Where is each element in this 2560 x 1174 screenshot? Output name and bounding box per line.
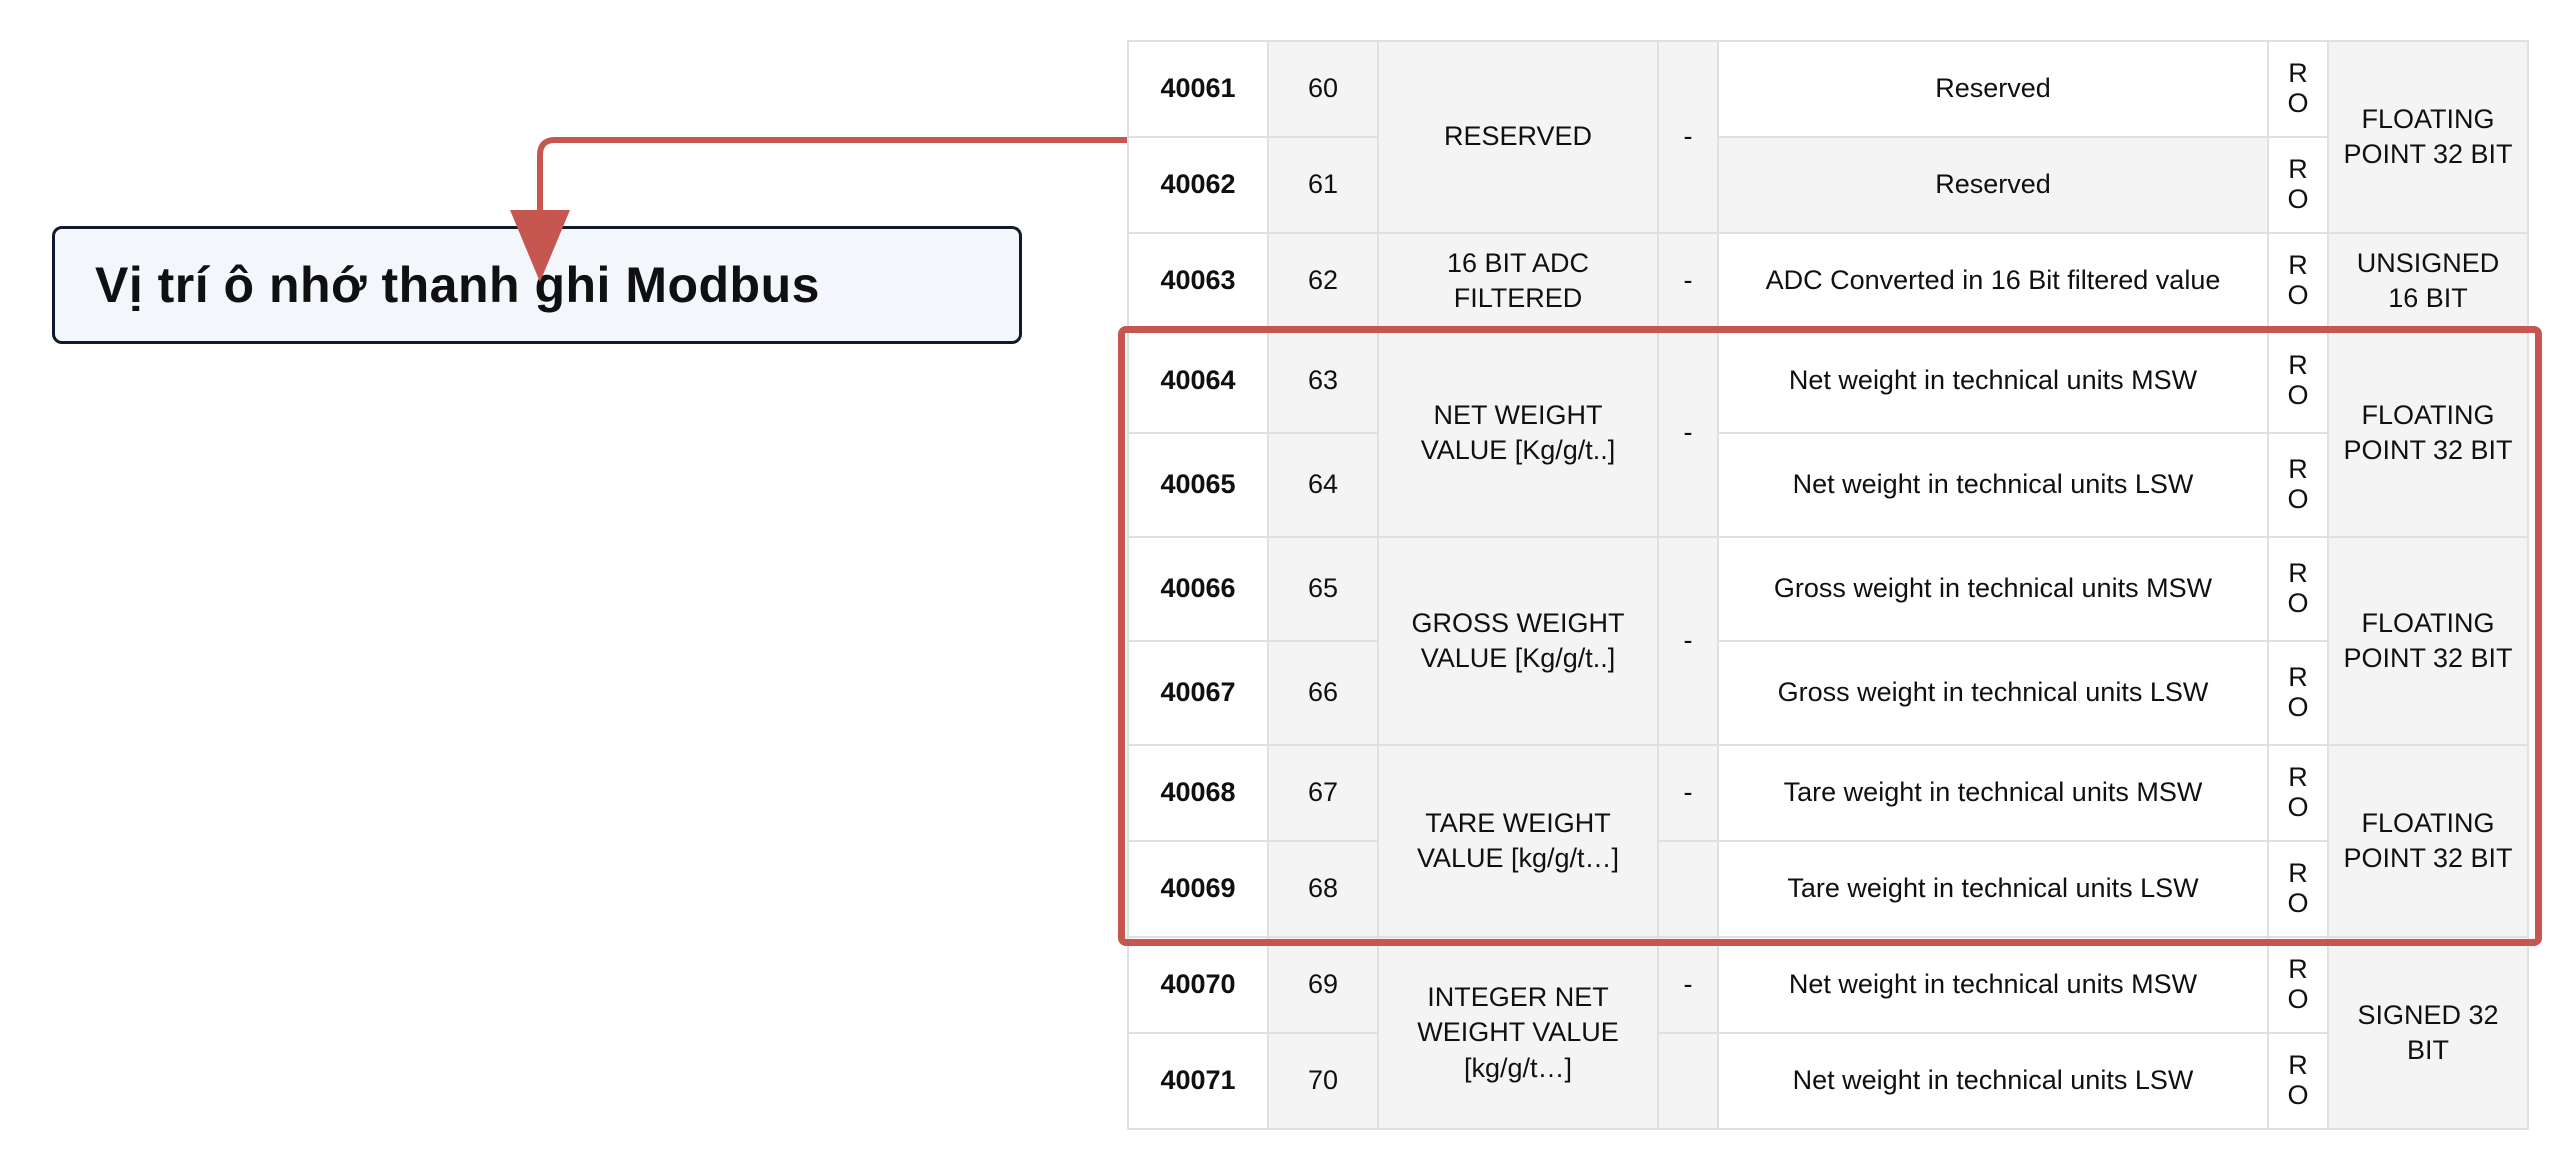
cell-rw: RO [2268,433,2328,537]
callout-label: Vị trí ô nhớ thanh ghi Modbus [95,256,820,314]
cell-desc: Gross weight in technical units MSW [1718,537,2268,641]
table-row: 40071 70 Net weight in technical units L… [1128,1033,2528,1129]
cell-index: 68 [1268,841,1378,937]
cell-index: 69 [1268,937,1378,1033]
cell-desc: Tare weight in technical units MSW [1718,745,2268,841]
cell-addr: 40071 [1128,1033,1268,1129]
cell-index: 62 [1268,233,1378,329]
cell-dash: - [1658,537,1718,745]
cell-desc: Tare weight in technical units LSW [1718,841,2268,937]
cell-rw: RO [2268,745,2328,841]
cell-rw: RO [2268,233,2328,329]
cell-rw: RO [2268,937,2328,1033]
cell-addr: 40066 [1128,537,1268,641]
cell-rw: RO [2268,137,2328,233]
cell-dash: - [1658,233,1718,329]
cell-type: UNSIGNED 16 BIT [2328,233,2528,329]
cell-desc: Net weight in technical units LSW [1718,433,2268,537]
cell-addr: 40063 [1128,233,1268,329]
cell-desc: Net weight in technical units LSW [1718,1033,2268,1129]
cell-name: INTEGER NET WEIGHT VALUE [kg/g/t…] [1378,937,1658,1129]
cell-index: 63 [1268,329,1378,433]
cell-name: GROSS WEIGHT VALUE [Kg/g/t..] [1378,537,1658,745]
cell-type: SIGNED 32 BIT [2328,937,2528,1129]
cell-addr: 40065 [1128,433,1268,537]
cell-desc: Gross weight in technical units LSW [1718,641,2268,745]
cell-index: 64 [1268,433,1378,537]
table-row: 40070 69 INTEGER NET WEIGHT VALUE [kg/g/… [1128,937,2528,1033]
cell-type: FLOATING POINT 32 BIT [2328,41,2528,233]
table-row: 40063 62 16 BIT ADC FILTERED - ADC Conve… [1128,233,2528,329]
cell-type: FLOATING POINT 32 BIT [2328,537,2528,745]
cell-index: 65 [1268,537,1378,641]
cell-index: 67 [1268,745,1378,841]
cell-desc: Reserved [1718,137,2268,233]
cell-dash [1658,1033,1718,1129]
modbus-register-table: 40061 60 RESERVED - Reserved RO FLOATING… [1127,40,2529,1130]
cell-dash: - [1658,329,1718,537]
cell-addr: 40068 [1128,745,1268,841]
table-row: 40062 61 Reserved RO [1128,137,2528,233]
cell-dash [1658,841,1718,937]
cell-addr: 40070 [1128,937,1268,1033]
table-row: 40064 63 NET WEIGHT VALUE [Kg/g/t..] - N… [1128,329,2528,433]
table-row: 40061 60 RESERVED - Reserved RO FLOATING… [1128,41,2528,137]
table-row: 40067 66 Gross weight in technical units… [1128,641,2528,745]
cell-rw: RO [2268,537,2328,641]
cell-index: 61 [1268,137,1378,233]
table-row: 40066 65 GROSS WEIGHT VALUE [Kg/g/t..] -… [1128,537,2528,641]
cell-addr: 40061 [1128,41,1268,137]
cell-dash: - [1658,937,1718,1033]
cell-addr: 40067 [1128,641,1268,745]
cell-dash: - [1658,41,1718,233]
table-row: 40065 64 Net weight in technical units L… [1128,433,2528,537]
table-row: 40069 68 Tare weight in technical units … [1128,841,2528,937]
cell-type: FLOATING POINT 32 BIT [2328,745,2528,937]
cell-dash: - [1658,745,1718,841]
cell-addr: 40062 [1128,137,1268,233]
cell-desc: Net weight in technical units MSW [1718,937,2268,1033]
cell-desc: Reserved [1718,41,2268,137]
cell-name: NET WEIGHT VALUE [Kg/g/t..] [1378,329,1658,537]
cell-rw: RO [2268,1033,2328,1129]
cell-index: 66 [1268,641,1378,745]
cell-rw: RO [2268,41,2328,137]
cell-desc: ADC Converted in 16 Bit filtered value [1718,233,2268,329]
cell-addr: 40064 [1128,329,1268,433]
cell-desc: Net weight in technical units MSW [1718,329,2268,433]
cell-addr: 40069 [1128,841,1268,937]
cell-index: 60 [1268,41,1378,137]
cell-index: 70 [1268,1033,1378,1129]
cell-name: TARE WEIGHT VALUE [kg/g/t…] [1378,745,1658,937]
cell-type: FLOATING POINT 32 BIT [2328,329,2528,537]
cell-rw: RO [2268,641,2328,745]
cell-name: 16 BIT ADC FILTERED [1378,233,1658,329]
cell-name: RESERVED [1378,41,1658,233]
cell-rw: RO [2268,329,2328,433]
callout-box: Vị trí ô nhớ thanh ghi Modbus [52,226,1022,344]
cell-rw: RO [2268,841,2328,937]
table-row: 40068 67 TARE WEIGHT VALUE [kg/g/t…] - T… [1128,745,2528,841]
